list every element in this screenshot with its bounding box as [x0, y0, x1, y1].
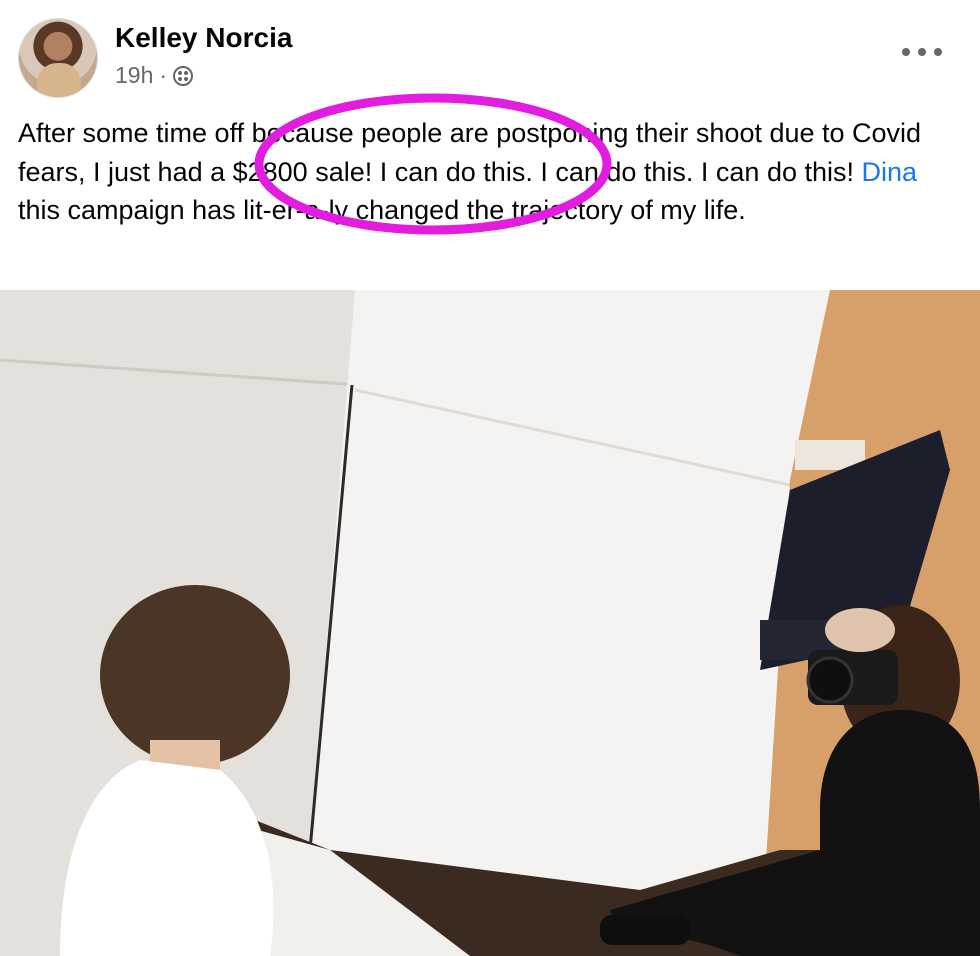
dot-icon — [934, 48, 942, 56]
post-photo[interactable] — [0, 290, 980, 956]
more-options-icon[interactable] — [902, 40, 942, 64]
meta-separator: · — [159, 62, 168, 88]
post-text-part-2: this campaign has lit-er-a-ly changed th… — [18, 195, 746, 225]
avatar-figure — [37, 63, 81, 97]
dot-icon — [902, 48, 910, 56]
author-avatar[interactable] — [18, 18, 98, 98]
post-header: Kelley Norcia 19h · — [0, 0, 980, 110]
author-name[interactable]: Kelley Norcia — [115, 22, 292, 54]
post-time[interactable]: 19h — [115, 62, 153, 89]
dot-icon — [918, 48, 926, 56]
post-text-part-1: After some time off because people are p… — [18, 118, 922, 187]
post-meta: 19h · — [115, 62, 194, 89]
post-body: After some time off because people are p… — [18, 114, 963, 230]
photo-scene — [0, 290, 980, 956]
friends-globe-icon[interactable] — [173, 65, 194, 86]
mention-link[interactable]: Dina — [862, 157, 918, 187]
